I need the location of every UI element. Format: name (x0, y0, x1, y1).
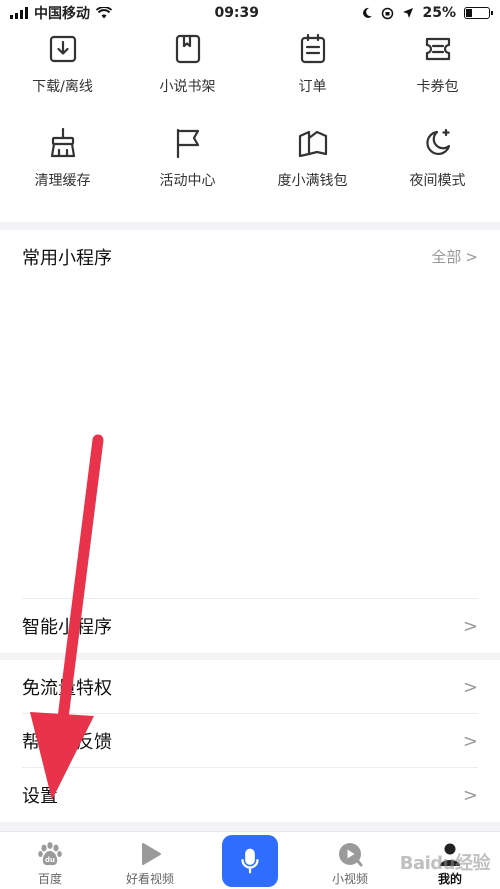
chevron-right-icon: > (462, 615, 478, 637)
row-label: 智能小程序 (22, 617, 112, 638)
row-label: 免流量特权 (22, 678, 112, 699)
tab-baidu[interactable]: du 百度 (0, 832, 100, 889)
row-smart-mini-programs[interactable]: 智能小程序 > (0, 599, 500, 653)
status-right: 25% (361, 5, 493, 21)
tab-small-video[interactable]: 小视频 (300, 832, 400, 889)
voice-search-button[interactable] (222, 835, 278, 887)
order-list-icon (300, 33, 325, 64)
battery-percent: 25% (422, 5, 456, 21)
grid-label: 清理缓存 (34, 173, 91, 189)
wallet-icon (298, 130, 327, 158)
row-data-free-privilege[interactable]: 免流量特权 > (0, 660, 500, 714)
wifi-icon (96, 7, 112, 19)
grid-item-orders[interactable]: 订单 (250, 26, 375, 120)
svg-text:du: du (45, 856, 55, 864)
download-icon (49, 35, 76, 63)
broom-icon (50, 127, 75, 158)
chevron-right-icon: > (462, 730, 478, 752)
tab-label: 小视频 (331, 872, 368, 886)
signal-icon (10, 7, 28, 19)
grid-item-activity-center[interactable]: 活动中心 (125, 120, 250, 222)
grid-item-wallet[interactable]: 度小满钱包 (250, 120, 375, 222)
grid-label: 夜间模式 (409, 173, 466, 189)
grid-label: 卡券包 (416, 79, 459, 95)
chevron-right-icon: > (465, 247, 478, 266)
battery-icon (464, 7, 493, 19)
flag-icon (176, 128, 199, 159)
grid-item-download[interactable]: 下载/离线 (0, 26, 125, 120)
grid-label: 活动中心 (159, 173, 216, 189)
clock: 09:39 (214, 5, 260, 21)
grid-item-clear-cache[interactable]: 清理缓存 (0, 120, 125, 222)
view-all-label: 全部 (431, 248, 462, 266)
row-label: 帮助与反馈 (22, 732, 112, 753)
grid-label: 下载/离线 (32, 79, 93, 95)
grid-item-coupons[interactable]: 卡券包 (375, 26, 500, 120)
grid-label: 小说书架 (159, 79, 216, 95)
mini-programs-card: 常用小程序 全部 > (0, 230, 500, 598)
tab-haokan-video[interactable]: 好看视频 (100, 832, 200, 889)
chevron-right-icon: > (462, 784, 478, 806)
microphone-icon (241, 848, 259, 874)
status-bar: 中国移动 09:39 25% (0, 0, 500, 26)
coupon-icon (425, 37, 450, 61)
play-icon (142, 843, 161, 865)
view-all-button[interactable]: 全部 > (431, 246, 478, 267)
location-arrow-icon (403, 8, 414, 18)
tab-label: 百度 (37, 872, 62, 886)
section-separator (0, 822, 500, 831)
baidu-paw-icon: du (38, 842, 62, 866)
carrier-label: 中国移动 (34, 6, 90, 22)
chevron-right-icon: > (462, 676, 478, 698)
tab-voice-search[interactable] (200, 832, 300, 889)
bookmark-book-icon (175, 34, 200, 64)
grid-item-bookshelf[interactable]: 小说书架 (125, 26, 250, 120)
grid-label: 订单 (298, 79, 327, 95)
row-settings[interactable]: 设置 > (0, 768, 500, 822)
mini-programs-title: 常用小程序 (22, 248, 112, 269)
status-left: 中国移动 (10, 3, 112, 23)
grid-label: 度小满钱包 (277, 173, 348, 189)
watermark: Baidu经验 (399, 853, 491, 874)
section-separator (0, 652, 500, 660)
grid-item-night-mode[interactable]: 夜间模式 (375, 120, 500, 222)
function-grid: 下载/离线 小说书架 订单 卡券包 清理缓存 活动中心 度小满钱包 夜间模式 (0, 26, 500, 222)
do-not-disturb-moon-icon (363, 7, 373, 18)
moon-icon (425, 128, 450, 155)
row-help-feedback[interactable]: 帮助与反馈 > (0, 714, 500, 768)
row-label: 设置 (22, 786, 58, 807)
rotation-lock-icon (382, 7, 394, 19)
tab-label: 好看视频 (125, 872, 174, 886)
section-separator (0, 222, 500, 230)
small-video-icon (339, 843, 363, 867)
